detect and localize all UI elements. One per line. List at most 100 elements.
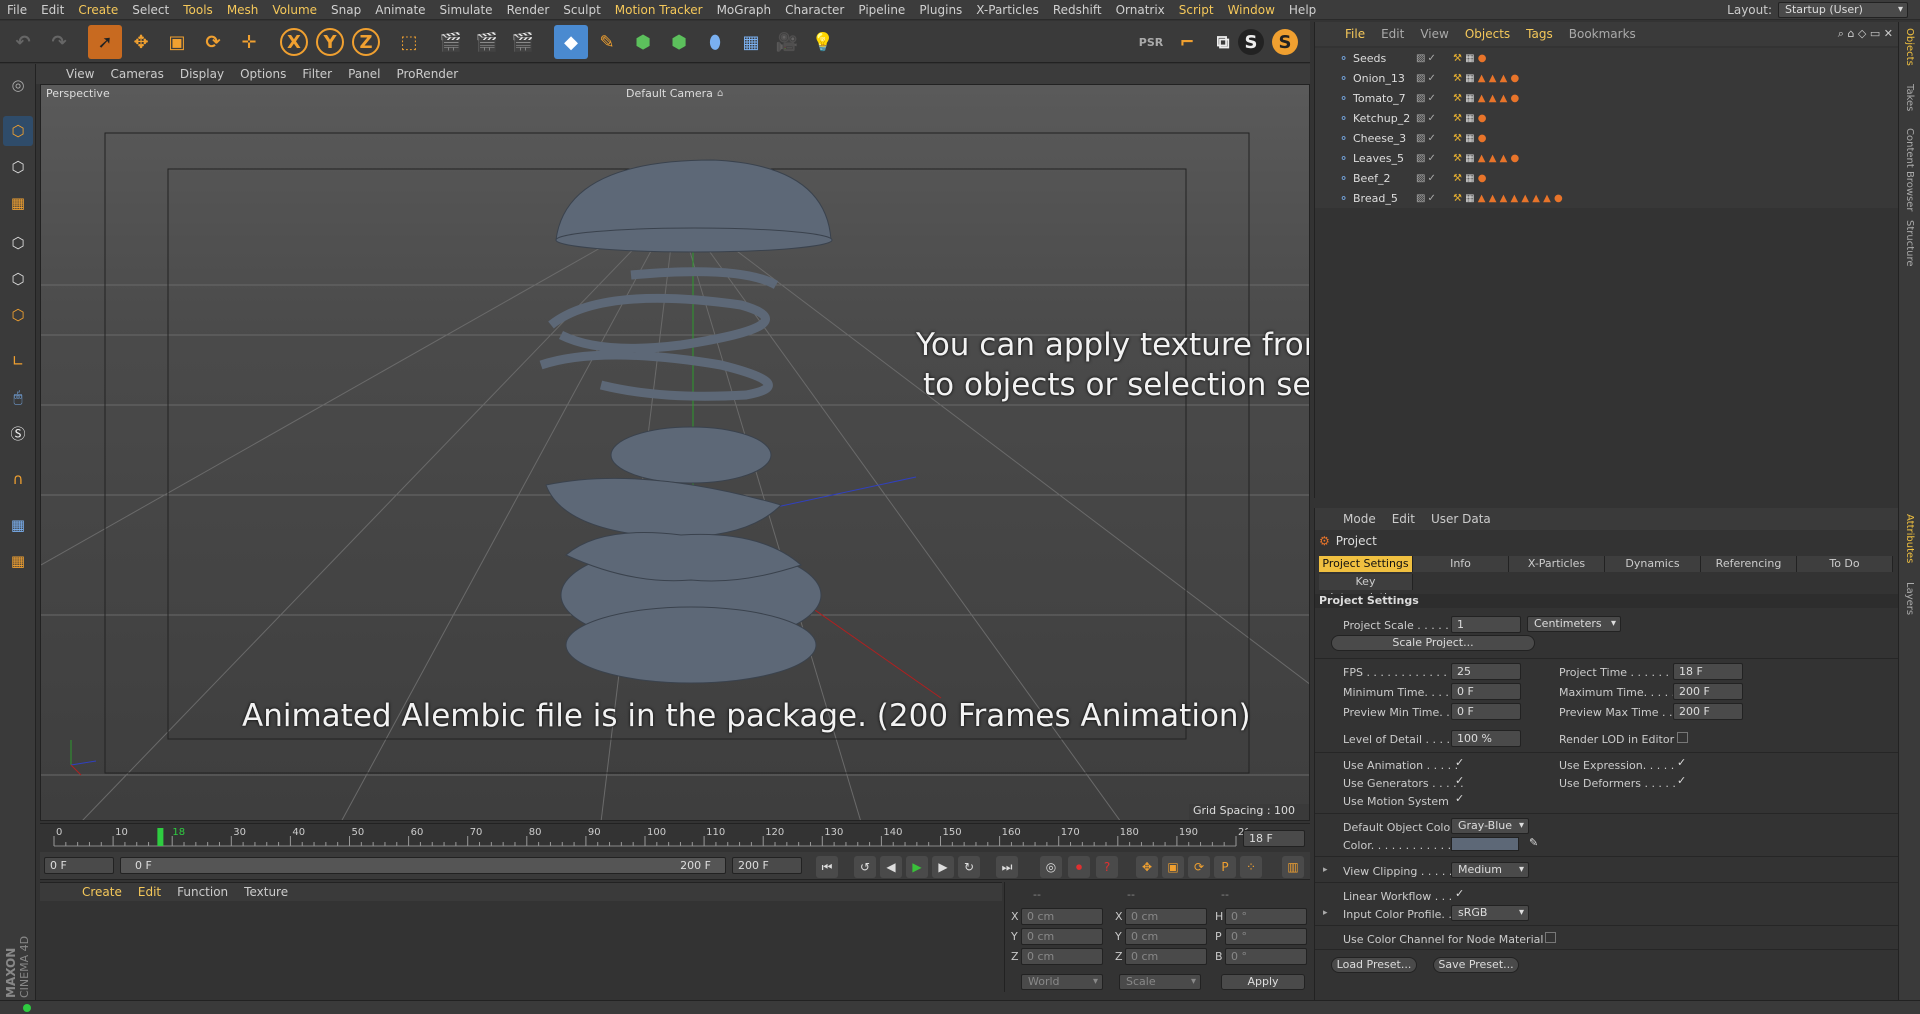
tab-to-do[interactable]: To Do xyxy=(1797,556,1893,572)
key-rotation-icon[interactable]: ⟳ xyxy=(1188,856,1210,878)
record-keys-icon[interactable]: ⏺ xyxy=(1068,856,1090,878)
object-name[interactable]: Seeds xyxy=(1353,52,1386,65)
tag-selection-icon[interactable]: ▲ xyxy=(1489,193,1497,204)
menu-tools[interactable]: Tools xyxy=(176,0,220,20)
tag-material-icon[interactable]: ● xyxy=(1478,173,1487,184)
tag-texture-icon[interactable]: ▦ xyxy=(1465,173,1474,184)
tag-selection-icon[interactable]: ▲ xyxy=(1510,193,1518,204)
timeline-ruler[interactable]: 0 10 18 30 40 50 60 70 80 90 100 110 120 130 140 150 160… xyxy=(48,824,1248,852)
pen-icon[interactable]: ✎ xyxy=(590,25,624,59)
keyframe-selection-icon[interactable]: ◎ xyxy=(1040,856,1062,878)
tag-selection-icon[interactable]: ▲ xyxy=(1500,153,1508,164)
save-preset-button[interactable]: Save Preset... xyxy=(1433,957,1519,973)
tag-texture-icon[interactable]: ▦ xyxy=(1465,73,1474,84)
tag-material-icon[interactable]: ● xyxy=(1478,113,1487,124)
object-name[interactable]: Leaves_5 xyxy=(1353,152,1404,165)
tag-xpresso-icon[interactable]: ⚒ xyxy=(1453,53,1462,64)
input-profile-dropdown[interactable]: sRGB xyxy=(1451,905,1529,921)
object-name[interactable]: Beef_2 xyxy=(1353,172,1390,185)
load-preset-button[interactable]: Load Preset... xyxy=(1331,957,1417,973)
tab-info[interactable]: Info xyxy=(1413,556,1509,572)
tag-selection-icon[interactable]: ▲ xyxy=(1489,93,1497,104)
tag-texture-icon[interactable]: ▦ xyxy=(1465,193,1474,204)
use-color-channel-checkbox[interactable] xyxy=(1545,932,1556,943)
menu-redshift[interactable]: Redshift xyxy=(1046,0,1109,20)
linear-workflow-checkbox[interactable]: ✓ xyxy=(1455,888,1466,900)
visibility-toggle-icon[interactable]: ▨✓ xyxy=(1416,153,1438,164)
default-color-dropdown[interactable]: Gray-Blue xyxy=(1451,818,1529,834)
tag-selection-icon[interactable]: ▲ xyxy=(1478,93,1486,104)
start-frame-field[interactable]: 0 F xyxy=(44,857,114,874)
light-icon[interactable]: 💡 xyxy=(806,25,840,59)
viewport-menu-panel[interactable]: Panel xyxy=(348,67,380,81)
object-name[interactable]: Tomato_7 xyxy=(1353,92,1406,105)
use-expression-checkbox[interactable]: ✓ xyxy=(1677,757,1688,769)
project-time-field[interactable]: 18 F xyxy=(1673,663,1743,680)
side-tab-attributes[interactable]: Attributes xyxy=(1904,514,1915,563)
menu-pipeline[interactable]: Pipeline xyxy=(851,0,912,20)
menu-create[interactable]: Create xyxy=(71,0,125,20)
objmenu-view[interactable]: View xyxy=(1420,27,1448,41)
model-mode-icon[interactable]: ⬡ xyxy=(3,116,33,146)
viewport-menu-view[interactable]: View xyxy=(66,67,94,81)
x-axis-icon[interactable]: X xyxy=(280,28,308,56)
y-axis-icon[interactable]: Y xyxy=(316,28,344,56)
material-menu-function[interactable]: Function xyxy=(177,885,228,899)
menu-volume[interactable]: Volume xyxy=(265,0,324,20)
menu-ornatrix[interactable]: Ornatrix xyxy=(1109,0,1172,20)
tag-selection-icon[interactable]: ▲ xyxy=(1478,153,1486,164)
tag-texture-icon[interactable]: ▦ xyxy=(1465,93,1474,104)
tag-selection-icon[interactable]: ▲ xyxy=(1500,73,1508,84)
menu-file[interactable]: File xyxy=(0,0,34,20)
visibility-toggle-icon[interactable]: ▨✓ xyxy=(1416,93,1438,104)
tab-project-settings[interactable]: Project Settings xyxy=(1319,556,1413,572)
tag-xpresso-icon[interactable]: ⚒ xyxy=(1453,73,1462,84)
menu-mograph[interactable]: MoGraph xyxy=(710,0,779,20)
object-name[interactable]: Onion_13 xyxy=(1353,72,1405,85)
redo-icon[interactable]: ↷ xyxy=(42,25,76,59)
scale-icon[interactable]: ▣ xyxy=(160,25,194,59)
edges-mode-icon[interactable]: ⬡ xyxy=(3,264,33,294)
render-lod-checkbox[interactable] xyxy=(1677,732,1688,743)
next-key-icon[interactable]: ↻ xyxy=(958,856,980,878)
coord-pos-y[interactable]: 0 cm xyxy=(1021,928,1103,945)
object-tags[interactable]: ⚒ ▦ ▲ ▲ ▲ ● xyxy=(1453,153,1519,164)
viewport-menu-display[interactable]: Display xyxy=(180,67,224,81)
search-icon[interactable]: ⌕ ⌂ ◇ ▭ ✕ xyxy=(1838,27,1893,41)
fps-field[interactable]: 25 xyxy=(1451,663,1521,680)
camera-icon[interactable]: 🎥 xyxy=(770,25,804,59)
menu-help[interactable]: Help xyxy=(1282,0,1323,20)
objmenu-tags[interactable]: Tags xyxy=(1526,27,1553,41)
tag-xpresso-icon[interactable]: ⚒ xyxy=(1453,133,1462,144)
coord-scale-dropdown[interactable]: Scale xyxy=(1119,974,1201,990)
render-view-icon[interactable]: 🎬 xyxy=(434,25,468,59)
object-name[interactable]: Ketchup_2 xyxy=(1353,112,1410,125)
object-row[interactable]: ⚬ Cheese_3 ▨✓ ⚒ ▦ ● xyxy=(1315,128,1899,148)
end-frame-field[interactable]: 200 F xyxy=(732,857,802,874)
viewport-menu-filter[interactable]: Filter xyxy=(302,67,332,81)
tag-material-icon[interactable]: ● xyxy=(1510,93,1519,104)
visibility-toggle-icon[interactable]: ▨✓ xyxy=(1416,53,1438,64)
coord-size-x[interactable]: 0 cm xyxy=(1125,908,1207,925)
sculpt-s-icon[interactable]: Ⓢ xyxy=(3,418,33,448)
live-selection-icon[interactable]: ➚ xyxy=(88,25,122,59)
axis-mode-icon[interactable]: ∟ xyxy=(3,346,33,376)
cloner-icon[interactable]: ⬢ xyxy=(662,25,696,59)
menu-sculpt[interactable]: Sculpt xyxy=(556,0,607,20)
s-plugin-icon[interactable]: S xyxy=(1272,29,1298,55)
object-name[interactable]: Bread_5 xyxy=(1353,192,1398,205)
make-editable-icon[interactable]: ◎ xyxy=(3,70,33,100)
visibility-toggle-icon[interactable]: ▨✓ xyxy=(1416,113,1438,124)
tweak-mode-icon[interactable]: 🖱 xyxy=(3,382,33,412)
object-tags[interactable]: ⚒ ▦ ▲ ▲ ▲ ▲ ▲ ▲ ▲ ● xyxy=(1453,193,1563,204)
tab-x-particles[interactable]: X-Particles xyxy=(1509,556,1605,572)
menu-animate[interactable]: Animate xyxy=(368,0,432,20)
object-tags[interactable]: ⚒ ▦ ▲ ▲ ▲ ● xyxy=(1453,93,1519,104)
visibility-toggle-icon[interactable]: ▨✓ xyxy=(1416,73,1438,84)
menu-script[interactable]: Script xyxy=(1172,0,1221,20)
coord-world-dropdown[interactable]: World xyxy=(1021,974,1103,990)
eyedropper-icon[interactable]: ✎ xyxy=(1529,836,1538,849)
s-script-icon[interactable]: S xyxy=(1238,29,1264,55)
menu-x-particles[interactable]: X-Particles xyxy=(969,0,1046,20)
attrmenu-mode[interactable]: Mode xyxy=(1343,512,1376,526)
